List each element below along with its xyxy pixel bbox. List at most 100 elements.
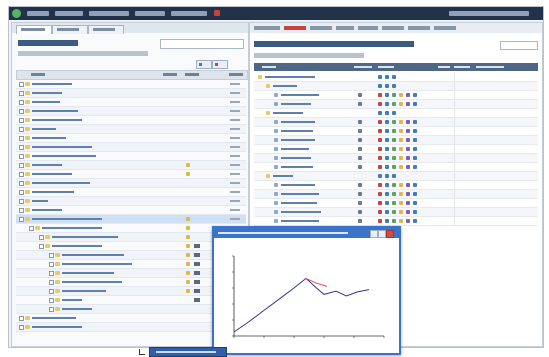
row-label[interactable] — [281, 202, 317, 204]
edit-icon[interactable] — [194, 298, 200, 302]
taskbar-window-button[interactable] — [149, 347, 227, 357]
action-icon[interactable] — [385, 210, 389, 214]
close-icon[interactable] — [386, 230, 394, 238]
content-row[interactable] — [254, 127, 538, 136]
edit-icon[interactable] — [194, 280, 200, 284]
action-icon[interactable] — [406, 93, 410, 97]
row-checkbox[interactable] — [39, 244, 44, 249]
row-label[interactable] — [62, 254, 124, 256]
tree-row[interactable] — [16, 116, 246, 125]
maximize-icon[interactable] — [378, 230, 386, 238]
tree-row[interactable] — [16, 80, 246, 89]
row-label[interactable] — [52, 245, 102, 247]
column-header[interactable] — [229, 73, 243, 76]
action-icon[interactable] — [392, 84, 396, 88]
content-row[interactable] — [254, 109, 538, 118]
action-icon[interactable] — [385, 129, 389, 133]
action-icon[interactable] — [413, 183, 417, 187]
content-filter-bar[interactable] — [254, 53, 364, 58]
row-label[interactable] — [32, 173, 72, 175]
action-icon[interactable] — [413, 138, 417, 142]
content-row[interactable] — [254, 217, 538, 226]
tree-row[interactable] — [16, 152, 246, 161]
action-icon[interactable] — [413, 210, 417, 214]
action-icon[interactable] — [385, 102, 389, 106]
action-icon[interactable] — [413, 147, 417, 151]
row-checkbox[interactable] — [49, 271, 54, 276]
row-checkbox[interactable] — [49, 253, 54, 258]
content-row[interactable] — [254, 145, 538, 154]
row-label[interactable] — [32, 128, 56, 130]
row-label[interactable] — [32, 137, 66, 139]
action-icon[interactable] — [413, 219, 417, 223]
tree-row[interactable] — [16, 197, 246, 206]
search-input[interactable] — [160, 39, 244, 49]
action-icon[interactable] — [378, 192, 382, 196]
tree-row[interactable] — [16, 188, 246, 197]
content-tab[interactable] — [336, 26, 354, 30]
column-header[interactable] — [378, 66, 394, 68]
tree-row[interactable] — [16, 98, 246, 107]
edit-icon[interactable] — [194, 262, 200, 266]
row-checkbox[interactable] — [19, 91, 24, 96]
content-row[interactable] — [254, 136, 538, 145]
content-tab[interactable] — [310, 26, 332, 30]
row-checkbox[interactable] — [19, 154, 24, 159]
row-checkbox[interactable] — [19, 217, 24, 222]
column-header[interactable] — [163, 73, 177, 76]
row-label[interactable] — [32, 191, 74, 193]
tree-row[interactable] — [16, 89, 246, 98]
action-icon[interactable] — [399, 120, 403, 124]
content-tab[interactable] — [434, 26, 456, 30]
action-icon[interactable] — [385, 183, 389, 187]
action-icon[interactable] — [378, 84, 382, 88]
content-row[interactable] — [254, 163, 538, 172]
action-icon[interactable] — [399, 156, 403, 160]
action-icon[interactable] — [392, 210, 396, 214]
row-label[interactable] — [62, 263, 132, 265]
row-label[interactable] — [62, 272, 114, 274]
tree-row[interactable] — [16, 107, 246, 116]
action-icon[interactable] — [399, 138, 403, 142]
row-label[interactable] — [62, 308, 92, 310]
content-row[interactable] — [254, 73, 538, 82]
row-label[interactable] — [281, 94, 319, 96]
row-checkbox[interactable] — [19, 208, 24, 213]
action-icon[interactable] — [378, 165, 382, 169]
row-label[interactable] — [281, 130, 313, 132]
row-checkbox[interactable] — [49, 262, 54, 267]
action-icon[interactable] — [392, 138, 396, 142]
row-label[interactable] — [281, 121, 315, 123]
content-row[interactable] — [254, 100, 538, 109]
row-label[interactable] — [62, 281, 122, 283]
chart-popup-window[interactable] — [212, 226, 401, 355]
column-header[interactable] — [354, 66, 372, 68]
action-icon[interactable] — [406, 201, 410, 205]
tree-row[interactable] — [16, 134, 246, 143]
row-label[interactable] — [32, 209, 62, 211]
content-tab[interactable] — [358, 26, 378, 30]
action-icon[interactable] — [392, 219, 396, 223]
row-label[interactable] — [32, 326, 82, 328]
popup-title-bar[interactable] — [214, 228, 399, 238]
action-icon[interactable] — [392, 183, 396, 187]
action-icon[interactable] — [378, 183, 382, 187]
action-icon[interactable] — [399, 93, 403, 97]
row-checkbox[interactable] — [19, 163, 24, 168]
content-tab[interactable] — [254, 26, 280, 30]
column-header[interactable] — [262, 66, 276, 68]
user-info[interactable] — [449, 11, 529, 16]
content-row[interactable] — [254, 208, 538, 217]
action-icon[interactable] — [399, 165, 403, 169]
row-checkbox[interactable] — [19, 145, 24, 150]
tab-workspaces[interactable] — [16, 25, 52, 34]
action-icon[interactable] — [406, 210, 410, 214]
row-label[interactable] — [281, 211, 321, 213]
edit-icon[interactable] — [194, 289, 200, 293]
column-header[interactable] — [185, 73, 199, 76]
row-label[interactable] — [273, 85, 297, 87]
action-icon[interactable] — [406, 183, 410, 187]
row-label[interactable] — [32, 92, 62, 94]
action-icon[interactable] — [378, 120, 382, 124]
action-icon[interactable] — [385, 84, 389, 88]
